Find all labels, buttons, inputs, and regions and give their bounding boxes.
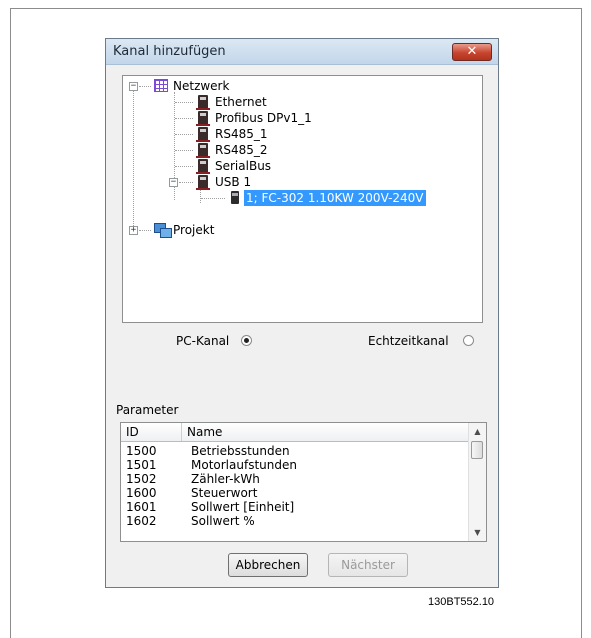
param-id: 1601 [126, 500, 157, 514]
drive-icon [196, 159, 210, 174]
tree-node-label: Netzwerk [173, 79, 230, 93]
param-id: 1600 [126, 486, 157, 500]
parameter-list[interactable]: ID Name 1500 Betriebsstunden 1501 Motorl… [120, 422, 487, 542]
close-icon: ✕ [466, 44, 478, 59]
tree-node-project[interactable]: + Projekt [123, 222, 323, 238]
pc-channel-label: PC-Kanal [176, 334, 230, 348]
tree-node-network[interactable]: − Netzwerk [123, 78, 323, 94]
realtime-channel-radio[interactable] [463, 335, 474, 346]
list-item[interactable]: 1500 Betriebsstunden [121, 444, 470, 458]
tree-node-usb-device[interactable]: 1; FC-302 1.10KW 200V-240V [123, 190, 463, 206]
device-icon [231, 191, 239, 204]
add-channel-dialog: Kanal hinzufügen ✕ − Netzwerk Ethernet P… [105, 38, 499, 588]
drive-icon [196, 111, 210, 126]
tree-guide-line [139, 230, 151, 231]
tree-node-label: Ethernet [215, 95, 267, 109]
cancel-button[interactable]: Abbrechen [228, 553, 308, 577]
drive-icon [196, 175, 210, 190]
list-header: ID Name [121, 423, 470, 442]
collapse-icon[interactable]: − [129, 82, 138, 91]
dialog-titlebar: Kanal hinzufügen ✕ [106, 39, 498, 65]
column-header-name[interactable]: Name [182, 423, 470, 441]
tree-node-label: RS485_2 [215, 143, 268, 157]
param-id: 1500 [126, 444, 157, 458]
tree-guide-line [175, 102, 193, 103]
tree-node-label: 1; FC-302 1.10KW 200V-240V [244, 190, 426, 206]
list-item[interactable]: 1601 Sollwert [Einheit] [121, 500, 470, 514]
param-name: Steuerwort [191, 486, 258, 500]
tree-guide-line [139, 86, 151, 87]
dialog-title: Kanal hinzufügen [113, 44, 226, 59]
column-header-id[interactable]: ID [121, 423, 182, 441]
tree-guide-line [175, 118, 193, 119]
scroll-thumb[interactable] [471, 441, 483, 459]
scroll-up-icon[interactable]: ▲ [469, 423, 486, 440]
list-item[interactable]: 1602 Sollwert % [121, 514, 470, 528]
tree-node-rs485-2[interactable]: RS485_2 [123, 142, 373, 158]
channel-tree[interactable]: − Netzwerk Ethernet Profibus DPv1_1 RS48… [122, 75, 483, 323]
list-item[interactable]: 1501 Motorlaufstunden [121, 458, 470, 472]
param-name: Zähler-kWh [191, 472, 260, 486]
list-item[interactable]: 1600 Steuerwort [121, 486, 470, 500]
tree-node-profibus[interactable]: Profibus DPv1_1 [123, 110, 373, 126]
realtime-channel-label: Echtzeitkanal [368, 334, 449, 348]
param-id: 1602 [126, 514, 157, 528]
tree-node-label: Profibus DPv1_1 [215, 111, 312, 125]
param-id: 1501 [126, 458, 157, 472]
param-name: Betriebsstunden [191, 444, 290, 458]
tree-node-label: RS485_1 [215, 127, 268, 141]
tree-guide-line [179, 182, 193, 183]
list-scrollbar[interactable]: ▲ ▼ [468, 423, 486, 541]
tree-node-label: USB 1 [215, 175, 252, 189]
drive-icon [196, 127, 210, 142]
tree-guide-line [175, 150, 193, 151]
tree-guide-line [201, 198, 225, 199]
tree-node-ethernet[interactable]: Ethernet [123, 94, 373, 110]
tree-node-rs485-1[interactable]: RS485_1 [123, 126, 373, 142]
tree-node-usb-1[interactable]: − USB 1 [123, 174, 373, 190]
drive-icon [196, 143, 210, 158]
list-item[interactable]: 1502 Zähler-kWh [121, 472, 470, 486]
expand-icon[interactable]: + [129, 226, 138, 235]
close-button[interactable]: ✕ [452, 43, 492, 61]
tree-node-label: SerialBus [215, 159, 272, 173]
tree-guide-line [175, 134, 193, 135]
next-button[interactable]: Nächster [328, 553, 408, 577]
tree-guide-line [175, 166, 193, 167]
scroll-down-icon[interactable]: ▼ [469, 524, 486, 541]
param-name: Motorlaufstunden [191, 458, 297, 472]
network-grid-icon [154, 79, 168, 92]
tree-node-label: Projekt [173, 223, 215, 237]
param-name: Sollwert [Einheit] [191, 500, 295, 514]
collapse-icon[interactable]: − [169, 178, 178, 187]
drive-icon [196, 95, 210, 110]
tree-node-serialbus[interactable]: SerialBus [123, 158, 373, 174]
figure-code: 130BT552.10 [428, 596, 495, 608]
param-id: 1502 [126, 472, 157, 486]
param-name: Sollwert % [191, 514, 255, 528]
pc-channel-radio[interactable] [241, 335, 252, 346]
parameter-label: Parameter [116, 403, 179, 417]
project-icon [154, 223, 172, 238]
